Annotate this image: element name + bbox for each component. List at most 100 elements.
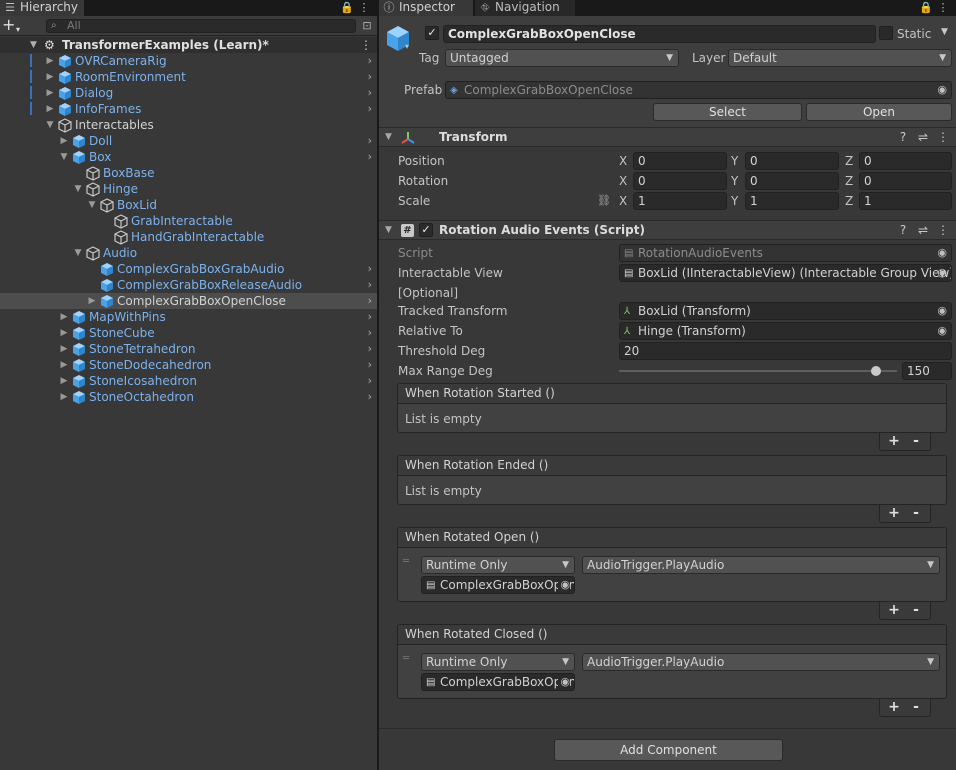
more-options-icon[interactable]: ⋮ [356, 0, 372, 16]
open-prefab-arrow-icon[interactable]: › [368, 277, 372, 293]
hierarchy-item[interactable]: ▼ Audio [0, 245, 378, 261]
chevron-down-icon[interactable]: ▼ [44, 117, 56, 133]
hierarchy-item[interactable]: ▶ MapWithPins › [0, 309, 378, 325]
chevron-right-icon[interactable]: ▶ [58, 389, 70, 405]
axis-label[interactable]: Z [845, 192, 853, 210]
presets-icon[interactable]: ⇌ [916, 223, 930, 238]
hierarchy-item[interactable]: ComplexGrabBoxReleaseAudio › [0, 277, 378, 293]
open-prefab-arrow-icon[interactable]: › [368, 53, 372, 69]
scene-search-icon[interactable]: ⊡ [359, 18, 375, 34]
hierarchy-item[interactable]: ▶ StoneCube › [0, 325, 378, 341]
open-button[interactable]: Open [806, 103, 952, 121]
chevron-down-icon[interactable]: ▼ [385, 221, 392, 240]
open-prefab-arrow-icon[interactable]: › [368, 357, 372, 373]
hierarchy-item[interactable]: BoxBase [0, 165, 378, 181]
max-range-field[interactable]: 150 [902, 362, 952, 380]
event-target-field[interactable]: ▤ ComplexGrabBoxOpenClose ◉ [421, 576, 575, 594]
threshold-field[interactable]: 20 [619, 342, 952, 360]
hierarchy-item[interactable]: ▶ StoneDodecahedron › [0, 357, 378, 373]
chevron-down-icon[interactable]: ▼ [72, 245, 84, 261]
open-prefab-arrow-icon[interactable]: › [368, 85, 372, 101]
object-picker-icon[interactable]: ◉ [558, 674, 570, 690]
chevron-right-icon[interactable]: ▶ [44, 101, 56, 117]
prefab-field[interactable]: ◈ ComplexGrabBoxOpenClose ◉ [445, 81, 952, 99]
presets-icon[interactable]: ⇌ [916, 130, 930, 145]
chevron-right-icon[interactable]: ▶ [58, 309, 70, 325]
open-prefab-arrow-icon[interactable]: › [368, 133, 372, 149]
object-name-field[interactable]: ComplexGrabBoxOpenClose [443, 25, 876, 43]
hierarchy-item[interactable]: ▶ StoneTetrahedron › [0, 341, 378, 357]
axis-label[interactable]: Y [731, 192, 738, 210]
hierarchy-item[interactable]: ▶ StoneOctahedron › [0, 389, 378, 405]
constrain-proportions-icon[interactable]: ⛓ [597, 194, 611, 207]
layer-dropdown[interactable]: Default ▼ [728, 49, 952, 67]
max-range-slider-handle[interactable] [871, 366, 882, 376]
object-picker-icon[interactable]: ◉ [937, 323, 947, 339]
chevron-right-icon[interactable]: ▶ [58, 357, 70, 373]
event-target-field[interactable]: ▤ ComplexGrabBoxOpenClose ◉ [421, 673, 575, 691]
axis-label[interactable]: Y [731, 172, 738, 190]
position-y-field[interactable]: 0 [745, 152, 839, 170]
rotation-y-field[interactable]: 0 [745, 172, 839, 190]
hierarchy-item[interactable]: ▼ BoxLid [0, 197, 378, 213]
hierarchy-item[interactable]: ▼ Hinge [0, 181, 378, 197]
scale-z-field[interactable]: 1 [859, 192, 952, 210]
create-button[interactable]: + ▾ [2, 17, 28, 35]
object-picker-icon[interactable]: ◉ [937, 82, 947, 98]
chevron-right-icon[interactable]: ▶ [58, 133, 70, 149]
hierarchy-item[interactable]: ▼ Box › [0, 149, 378, 165]
chevron-down-icon[interactable]: ▾ [405, 42, 409, 51]
open-prefab-arrow-icon[interactable]: › [368, 101, 372, 117]
select-button[interactable]: Select [653, 103, 802, 121]
hierarchy-item[interactable]: HandGrabInteractable [0, 229, 378, 245]
hierarchy-item[interactable]: GrabInteractable [0, 213, 378, 229]
hierarchy-item[interactable]: ▶ OVRCameraRig › [0, 53, 378, 69]
active-checkbox[interactable]: ✓ [425, 26, 439, 40]
chevron-down-icon[interactable]: ▼ [58, 149, 70, 165]
static-checkbox[interactable] [879, 26, 893, 40]
axis-label[interactable]: Z [845, 152, 853, 170]
drag-handle-icon[interactable]: ═ [403, 556, 409, 567]
open-prefab-arrow-icon[interactable]: › [368, 293, 372, 309]
chevron-right-icon[interactable]: ▶ [86, 293, 98, 309]
open-prefab-arrow-icon[interactable]: › [368, 389, 372, 405]
tab-hierarchy[interactable]: ☰ Hierarchy [0, 0, 84, 16]
component-menu-icon[interactable]: ⋮ [936, 130, 950, 145]
chevron-down-icon[interactable]: ▼ [72, 181, 84, 197]
more-options-icon[interactable]: ⋮ [935, 0, 951, 16]
chevron-down-icon[interactable]: ▼ [86, 197, 98, 213]
tab-inspector[interactable]: ⓘ Inspector [379, 0, 473, 16]
component-menu-icon[interactable]: ⋮ [936, 223, 950, 238]
relative-to-field[interactable]: ⅄ Hinge (Transform) ◉ [619, 322, 952, 340]
chevron-right-icon[interactable]: ▶ [44, 53, 56, 69]
tab-navigation[interactable]: ⛗ Navigation [475, 0, 575, 16]
axis-label[interactable]: X [619, 192, 627, 210]
chevron-down-icon[interactable]: ▼ [30, 37, 37, 53]
help-icon[interactable]: ? [896, 130, 910, 145]
object-picker-icon[interactable]: ◉ [937, 303, 947, 319]
chevron-right-icon[interactable]: ▶ [44, 69, 56, 85]
open-prefab-arrow-icon[interactable]: › [368, 325, 372, 341]
static-dropdown-icon[interactable]: ▼ [941, 27, 948, 37]
chevron-right-icon[interactable]: ▶ [58, 373, 70, 389]
position-z-field[interactable]: 0 [859, 152, 952, 170]
hierarchy-item[interactable]: ▶ InfoFrames › [0, 101, 378, 117]
axis-label[interactable]: Y [731, 152, 738, 170]
lock-icon[interactable]: 🔒 [339, 0, 355, 16]
hierarchy-item[interactable]: ▼ Interactables [0, 117, 378, 133]
rotation-x-field[interactable]: 0 [633, 172, 727, 190]
function-dropdown[interactable]: AudioTrigger.PlayAudio ▼ [582, 556, 940, 574]
add-listener-button[interactable]: + [884, 602, 904, 619]
open-prefab-arrow-icon[interactable]: › [368, 149, 372, 165]
runtime-dropdown[interactable]: Runtime Only ▼ [421, 653, 575, 671]
remove-listener-button[interactable]: - [906, 433, 926, 450]
max-range-slider[interactable] [619, 370, 897, 372]
runtime-dropdown[interactable]: Runtime Only ▼ [421, 556, 575, 574]
axis-label[interactable]: X [619, 172, 627, 190]
object-picker-icon[interactable]: ◉ [937, 265, 947, 281]
chevron-down-icon[interactable]: ▼ [385, 128, 392, 147]
script-component-header[interactable]: ▼ # ✓ Rotation Audio Events (Script) ? ⇌… [379, 220, 956, 240]
hierarchy-item[interactable]: ▶ Dialog › [0, 85, 378, 101]
drag-handle-icon[interactable]: ═ [403, 653, 409, 664]
lock-icon[interactable]: 🔒 [918, 0, 934, 16]
